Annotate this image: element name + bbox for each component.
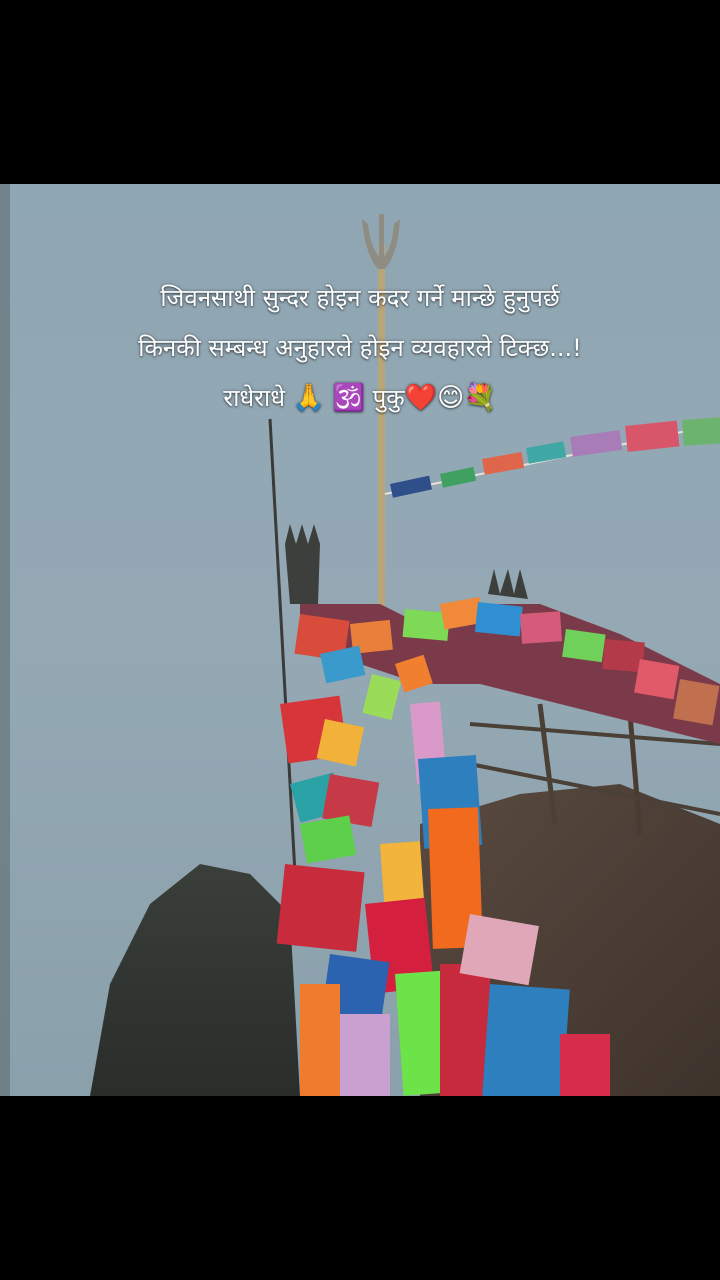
- heart-smile-bouquet-emoji-icon: ❤️😊💐: [404, 383, 497, 413]
- caption-line-3-name: पुकु: [372, 384, 405, 412]
- om-symbol-icon: 🕉️: [332, 383, 366, 413]
- caption-line-3-text: राधेराधे: [223, 384, 285, 412]
- video-player-screen[interactable]: जिवनसाथी सुन्दर होइन कदर गर्ने मान्छे हु…: [0, 0, 720, 1280]
- caption-line-2: किनकी सम्बन्ध अनुहारले होइन व्यवहारले टि…: [138, 334, 582, 362]
- caption-line-1: जिवनसाथी सुन्दर होइन कदर गर्ने मान्छे हु…: [160, 284, 560, 312]
- pray-emoji-icon: 🙏: [292, 383, 325, 413]
- caption-line-3: राधेराधे 🙏 🕉️ पुकु❤️😊💐: [0, 373, 720, 423]
- video-caption: जिवनसाथी सुन्दर होइन कदर गर्ने मान्छे हु…: [0, 273, 720, 423]
